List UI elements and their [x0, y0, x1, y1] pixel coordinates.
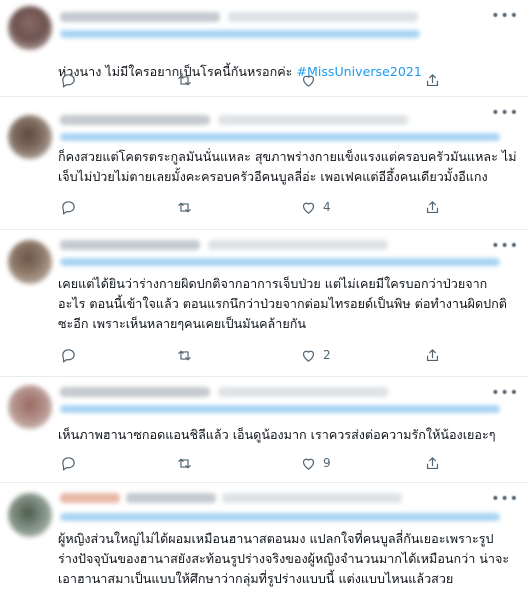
tweet-text-content: ผู้หญิงส่วนใหญ่ไม่ได้ผอมเหมือนฮานาสตอนมง…	[58, 531, 510, 586]
like-button[interactable]: 2	[300, 347, 331, 364]
like-icon	[302, 75, 315, 87]
author-handle[interactable]	[218, 115, 408, 125]
retweet-button[interactable]	[176, 347, 193, 364]
avatar[interactable]	[8, 240, 52, 284]
reply-button[interactable]	[60, 199, 77, 216]
author-name[interactable]	[60, 493, 120, 503]
reply-icon	[62, 200, 75, 214]
reply-context[interactable]	[60, 133, 500, 141]
retweet-icon	[178, 458, 191, 468]
share-icon	[426, 456, 439, 469]
reply-context[interactable]	[60, 513, 500, 521]
share-icon	[426, 73, 439, 86]
share-button[interactable]	[424, 199, 441, 216]
tweet-actions: 2	[56, 345, 476, 365]
retweet-button[interactable]	[176, 455, 193, 472]
share-icon	[426, 200, 439, 213]
reply-context[interactable]	[60, 30, 420, 38]
author-name[interactable]	[60, 115, 210, 125]
tweet-1[interactable]: ••• ห่วงนาง ไม่มีใครอยากเป็นโรคนี้กันหรอ…	[0, 0, 529, 97]
reply-button[interactable]	[60, 455, 77, 472]
like-count: 2	[323, 348, 331, 362]
tweet-text: ผู้หญิงส่วนใหญ่ไม่ได้ผอมเหมือนฮานาสตอนมง…	[58, 529, 519, 589]
avatar[interactable]	[8, 385, 52, 429]
share-button[interactable]	[424, 347, 441, 364]
tweet-actions: 9	[56, 453, 476, 473]
reply-icon	[62, 456, 75, 470]
tweet-text: เห็นภาพฮานาซกอดแอนชิลีแล้ว เอ็นดูน้องมาก…	[58, 425, 519, 445]
author-display[interactable]	[126, 493, 216, 503]
retweet-button[interactable]	[176, 72, 193, 89]
author-handle[interactable]	[228, 12, 418, 22]
tweet-3[interactable]: ••• เคยแต่ได้ยินว่าร่างกายผิดปกติจากอากา…	[0, 230, 529, 377]
avatar[interactable]	[8, 493, 52, 537]
like-button[interactable]	[300, 72, 323, 89]
tweet-text: เคยแต่ได้ยินว่าร่างกายผิดปกติจากอาการเจ็…	[58, 274, 519, 334]
author-handle[interactable]	[208, 240, 388, 250]
tweet-5[interactable]: ••• ผู้หญิงส่วนใหญ่ไม่ได้ผอมเหมือนฮานาสต…	[0, 483, 529, 599]
more-icon[interactable]: •••	[491, 385, 519, 401]
like-count: 4	[323, 200, 331, 214]
like-button[interactable]: 4	[300, 199, 331, 216]
more-icon[interactable]: •••	[491, 105, 519, 121]
like-icon	[302, 350, 315, 362]
more-icon[interactable]: •••	[491, 491, 519, 507]
tweet-text: ก็คงสวยแต่โคตรตระกูลมันนั่นแหละ สุขภาพร่…	[58, 147, 519, 187]
author-handle[interactable]	[222, 493, 402, 503]
reply-button[interactable]	[60, 347, 77, 364]
author-name[interactable]	[60, 240, 200, 250]
author-name[interactable]	[60, 12, 220, 22]
reply-icon	[62, 348, 75, 362]
share-button[interactable]	[424, 455, 441, 472]
reply-button[interactable]	[60, 72, 77, 89]
more-icon[interactable]: •••	[491, 8, 519, 24]
avatar[interactable]	[8, 115, 52, 159]
tweet-2[interactable]: ••• ก็คงสวยแต่โคตรตระกูลมันนั่นแหละ สุขภ…	[0, 97, 529, 230]
tweet-feed: ••• ห่วงนาง ไม่มีใครอยากเป็นโรคนี้กันหรอ…	[0, 0, 529, 599]
reply-context[interactable]	[60, 405, 500, 413]
share-icon	[426, 348, 439, 361]
tweet-text-content: เคยแต่ได้ยินว่าร่างกายผิดปกติจากอาการเจ็…	[58, 276, 507, 331]
author-name[interactable]	[60, 387, 210, 397]
avatar[interactable]	[8, 6, 52, 50]
tweet-actions: 4	[56, 197, 476, 217]
tweet-text-content: ก็คงสวยแต่โคตรตระกูลมันนั่นแหละ สุขภาพร่…	[58, 149, 517, 184]
like-count: 9	[323, 456, 331, 470]
retweet-icon	[178, 350, 191, 360]
tweet-actions	[56, 70, 476, 90]
like-icon	[302, 202, 315, 214]
tweet-4[interactable]: ••• เห็นภาพฮานาซกอดแอนชิลีแล้ว เอ็นดูน้อ…	[0, 377, 529, 483]
share-button[interactable]	[424, 72, 441, 89]
more-icon[interactable]: •••	[491, 238, 519, 254]
reply-icon	[62, 73, 75, 87]
tweet-text-content: เห็นภาพฮานาซกอดแอนชิลีแล้ว เอ็นดูน้องมาก…	[58, 427, 496, 442]
retweet-icon	[178, 75, 191, 85]
retweet-button[interactable]	[176, 199, 193, 216]
like-icon	[302, 458, 315, 470]
like-button[interactable]: 9	[300, 455, 331, 472]
author-handle[interactable]	[218, 387, 388, 397]
reply-context[interactable]	[60, 258, 500, 266]
retweet-icon	[178, 202, 191, 212]
